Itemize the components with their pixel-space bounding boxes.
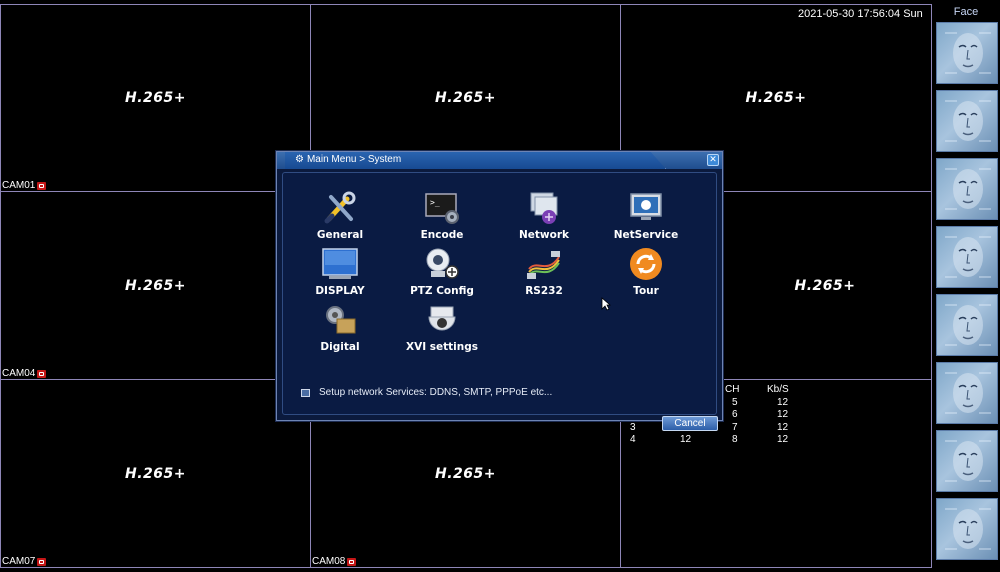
recording-icon (347, 557, 357, 566)
camera-tile-1[interactable]: H.265+ CAM01 (0, 4, 311, 192)
face-panel: Face (932, 0, 1000, 572)
cancel-button[interactable]: Cancel (662, 416, 718, 431)
datetime-overlay: 2021-05-30 17:56:04 Sun (798, 8, 923, 20)
digital-icon (321, 301, 359, 339)
menu-item-display[interactable]: DISPLAY (295, 245, 385, 297)
tour-refresh-icon (627, 245, 665, 283)
dialog-title: ⚙ Main Menu > System (295, 154, 402, 165)
camera-label: CAM01 (2, 180, 47, 191)
stats-row: 4 12 8 12 (630, 434, 789, 445)
camera-tile-4[interactable]: H.265+ CAM04 (0, 191, 311, 380)
recording-icon (37, 557, 47, 566)
netservice-icon (627, 189, 665, 227)
dome-camera-icon (423, 301, 461, 339)
face-thumbnail[interactable] (936, 158, 998, 220)
face-thumbnail[interactable] (936, 362, 998, 424)
general-tools-icon (321, 189, 359, 227)
menu-item-encode[interactable]: >_ Encode (397, 189, 487, 241)
encode-icon: >_ (423, 189, 461, 227)
ch-header: CH (725, 384, 740, 395)
menu-item-general[interactable]: General (295, 189, 385, 241)
codec-label: H.265+ (745, 90, 807, 106)
face-panel-title: Face (953, 6, 979, 18)
face-thumbnail[interactable] (936, 226, 998, 288)
dialog-title-bar[interactable]: ⚙ Main Menu > System ✕ (277, 152, 722, 169)
kbs-header: Kb/S (767, 384, 789, 395)
menu-item-xvi-settings[interactable]: XVI settings (397, 301, 487, 353)
recording-icon (37, 181, 47, 190)
rs232-cable-icon (525, 245, 563, 283)
codec-label: H.265+ (435, 90, 496, 106)
face-thumbnail[interactable] (936, 294, 998, 356)
face-thumbnail[interactable] (936, 430, 998, 492)
dialog-body: General >_ Encode Network NetService DIS (282, 172, 718, 431)
camera-label: CAM08 (312, 556, 357, 567)
face-thumbnail[interactable] (936, 22, 998, 84)
ptz-camera-icon (423, 245, 461, 283)
recording-icon (37, 369, 47, 378)
system-menu-dialog: ⚙ Main Menu > System ✕ General >_ Encode… (276, 151, 723, 431)
menu-item-netservice[interactable]: NetService (601, 189, 691, 241)
close-button[interactable]: ✕ (707, 154, 719, 166)
menu-item-rs232[interactable]: RS232 (499, 245, 589, 297)
camera-label: CAM07 (2, 556, 47, 567)
codec-label: H.265+ (794, 277, 856, 294)
codec-label: H.265+ (435, 465, 496, 482)
menu-item-ptz-config[interactable]: PTZ Config (397, 245, 487, 297)
camera-tile-7[interactable]: H.265+ CAM07 (0, 379, 311, 568)
menu-item-network[interactable]: Network (499, 189, 589, 241)
stats-row: 3 11 7 12 (630, 421, 789, 433)
camera-label: CAM04 (2, 368, 47, 379)
mouse-cursor-icon (601, 296, 612, 315)
codec-label: H.265+ (125, 465, 186, 482)
codec-label: H.265+ (125, 90, 186, 106)
face-thumbnail[interactable] (936, 90, 998, 152)
codec-label: H.265+ (125, 277, 186, 294)
hint-text: Setup network Services: DDNS, SMTP, PPPo… (301, 387, 552, 398)
info-icon (301, 388, 310, 397)
display-icon (321, 245, 359, 283)
menu-item-tour[interactable]: Tour (601, 245, 691, 297)
svg-text:>_: >_ (430, 198, 440, 207)
gear-icon: ⚙ (295, 154, 304, 165)
face-thumbnail[interactable] (936, 498, 998, 560)
menu-item-digital[interactable]: Digital (295, 301, 385, 353)
network-icon (525, 189, 563, 227)
